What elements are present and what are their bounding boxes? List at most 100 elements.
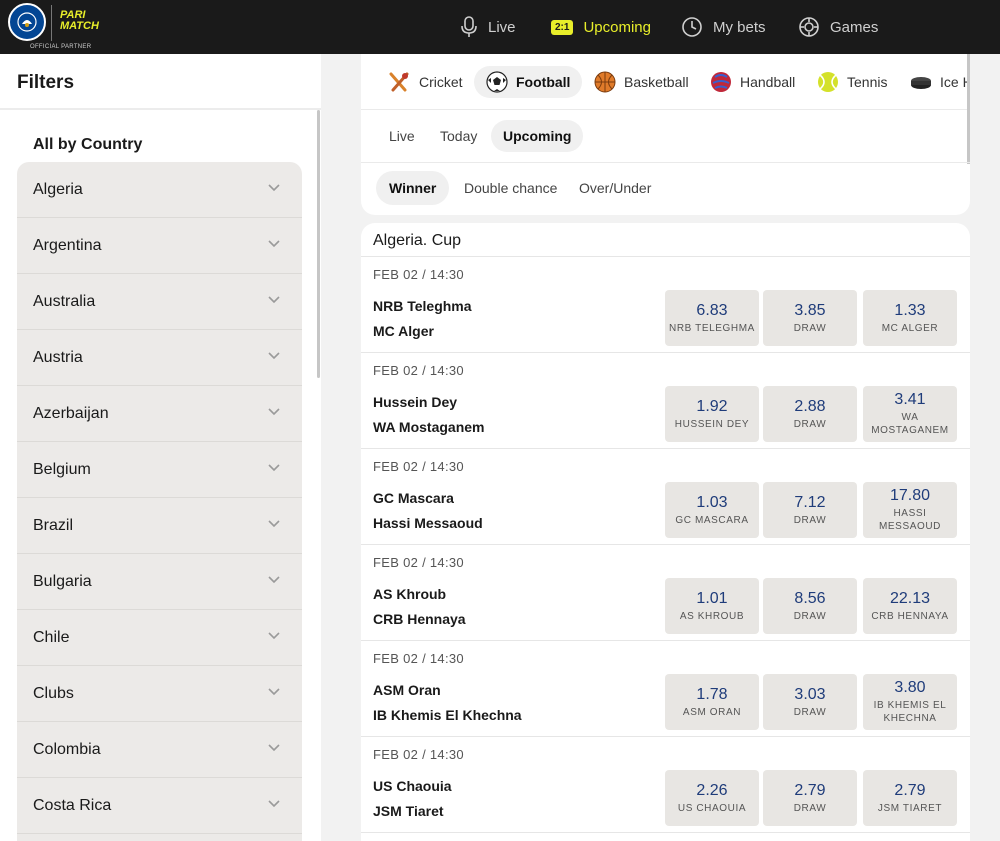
odds-button[interactable]: 1.78 ASM ORAN <box>665 674 759 730</box>
match-row[interactable]: FEB 02 / 14:30 GC Mascara Hassi Messaoud 1.… <box>361 449 970 545</box>
match-row[interactable]: FEB 02 / 14:30 NRB Teleghma MC Alger 6.83 NR… <box>361 257 970 353</box>
tab-ice-hockey[interactable]: Ice H <box>898 66 970 98</box>
odds-button[interactable]: 8.56 DRAW <box>763 578 857 634</box>
tab-cricket-label: Cricket <box>419 74 463 90</box>
tab-football[interactable]: Football <box>474 66 583 98</box>
odds-label: DRAW <box>793 802 827 814</box>
tab-winner[interactable]: Winner <box>376 171 450 205</box>
odds-value: 17.80 <box>889 487 931 504</box>
brand-divider <box>51 5 52 41</box>
odds-value: 7.12 <box>794 493 826 511</box>
odds-button[interactable]: 6.83 NRB TELEGHMA <box>665 290 759 346</box>
odds-button[interactable]: 2.79 DRAW <box>763 770 857 826</box>
tab-handball[interactable]: Handball <box>698 66 807 98</box>
odds-label: AS KHROUB <box>679 610 745 622</box>
divider <box>0 108 321 110</box>
nav-live-label: Live <box>488 18 516 36</box>
home-team: ASM Oran <box>373 682 441 698</box>
odds-value: 6.83 <box>696 301 728 319</box>
match-time: FEB 02 / 14:30 <box>373 555 464 570</box>
nav-live[interactable]: Live <box>460 0 516 54</box>
nav-games[interactable]: Games <box>798 0 878 54</box>
home-team: AS Khroub <box>373 586 447 602</box>
microphone-icon <box>461 16 477 37</box>
nav-upcoming[interactable]: 2:1 Upcoming <box>551 0 651 54</box>
match-row[interactable]: FEB 02 / 14:30 US Chaouia JSM Tiaret 2.26 US… <box>361 737 970 833</box>
country-row[interactable]: Azerbaijan <box>17 386 302 442</box>
odds-button[interactable]: 1.33 MC ALGER <box>863 290 957 346</box>
tab-basketball-label: Basketball <box>624 74 689 90</box>
tab-tennis[interactable]: Tennis <box>805 66 899 98</box>
country-label: Austria <box>33 348 83 366</box>
tab-cricket[interactable]: Cricket <box>375 66 475 98</box>
away-team: WA Mostaganem <box>373 419 485 435</box>
country-row[interactable]: Brazil <box>17 498 302 554</box>
country-row[interactable]: Chile <box>17 610 302 666</box>
odds-label: WA MOSTAGANEM <box>871 412 949 436</box>
tab-over-under[interactable]: Over/Under <box>566 171 664 205</box>
odds-button[interactable]: 3.41 WA MOSTAGANEM <box>863 386 957 442</box>
odds-label: JSM TIARET <box>877 802 943 814</box>
match-time: FEB 02 / 14:30 <box>373 363 464 378</box>
match-row[interactable]: FEB 02 / 14:30 Hussein Dey WA Mostaganem 1.… <box>361 353 970 449</box>
country-row[interactable]: Clubs <box>17 666 302 722</box>
odds-label: DRAW <box>793 418 827 430</box>
odds-value: 1.78 <box>696 685 728 703</box>
tab-double-chance[interactable]: Double chance <box>451 171 570 205</box>
clock-icon <box>682 17 702 37</box>
odds-button[interactable]: 2.79 JSM TIARET <box>863 770 957 826</box>
sidebar-scrollbar[interactable] <box>317 110 320 378</box>
odds-button[interactable]: 1.92 HUSSEIN DEY <box>665 386 759 442</box>
country-label: Colombia <box>33 740 101 758</box>
basketball-icon <box>594 71 616 93</box>
country-row[interactable]: Belgium <box>17 442 302 498</box>
home-team: NRB Teleghma <box>373 298 472 314</box>
odds-value: 3.85 <box>794 301 826 319</box>
match-row[interactable]: FEB 02 / 14:30 AS Khroub CRB Hennaya 1.01 AS… <box>361 545 970 641</box>
country-label: Australia <box>33 292 96 310</box>
filters-title: Filters <box>17 72 75 93</box>
odds-label: NRB TELEGHMA <box>669 322 755 334</box>
odds-button[interactable]: 1.03 GC MASCARA <box>665 482 759 538</box>
odds-button[interactable]: 22.13 CRB HENNAYA <box>863 578 957 634</box>
nav-my-bets[interactable]: My bets <box>681 0 766 54</box>
country-row[interactable]: Argentina <box>17 218 302 274</box>
tab-basketball[interactable]: Basketball <box>582 66 701 98</box>
odds-button[interactable]: 7.12 DRAW <box>763 482 857 538</box>
sport-tabs: Cricket Football Basketball Handball Ten… <box>361 54 970 110</box>
match-time: FEB 02 / 14:30 <box>373 747 464 762</box>
country-label: Chile <box>33 628 70 646</box>
country-row[interactable]: Colombia <box>17 722 302 778</box>
country-row[interactable]: Algeria <box>17 162 302 218</box>
nav-my-bets-label: My bets <box>713 18 766 36</box>
official-partner-text: OFFICIAL PARTNER <box>30 44 92 50</box>
odds-button[interactable]: 3.03 DRAW <box>763 674 857 730</box>
country-row[interactable]: Bulgaria <box>17 554 302 610</box>
odds-value: 1.03 <box>696 493 728 511</box>
odds-label: GC MASCARA <box>675 514 749 526</box>
tab-live[interactable]: Live <box>377 120 427 152</box>
country-label: Azerbaijan <box>33 404 109 422</box>
tab-today[interactable]: Today <box>428 120 489 152</box>
odds-button[interactable]: 17.80 HASSI MESSAOUD <box>863 482 957 538</box>
brand-logos[interactable]: PARI MATCH OFFICIAL PARTNER <box>8 3 118 51</box>
main-content: Cricket Football Basketball Handball Ten… <box>361 54 970 841</box>
odds-button[interactable]: 3.80 IB KHEMIS EL KHECHNA <box>863 674 957 730</box>
away-team: MC Alger <box>373 323 434 339</box>
country-row[interactable]: Austria <box>17 330 302 386</box>
market-tabs: Winner Double chance Over/Under <box>361 163 970 215</box>
odds-button[interactable]: 2.26 US CHAOUIA <box>665 770 759 826</box>
odds-button[interactable]: 3.85 DRAW <box>763 290 857 346</box>
match-time: FEB 02 / 14:30 <box>373 267 464 282</box>
nav-upcoming-label: Upcoming <box>583 18 651 36</box>
match-time: FEB 02 / 14:30 <box>373 459 464 474</box>
away-team: IB Khemis El Khechna <box>373 707 522 723</box>
odds-button[interactable]: 1.01 AS KHROUB <box>665 578 759 634</box>
tab-upcoming[interactable]: Upcoming <box>491 120 584 152</box>
odds-button[interactable]: 2.88 DRAW <box>763 386 857 442</box>
country-row[interactable]: Australia <box>17 274 302 330</box>
match-row[interactable]: FEB 02 / 14:30 ASM Oran IB Khemis El Khech… <box>361 641 970 737</box>
country-label: Brazil <box>33 516 74 534</box>
country-row[interactable]: Costa Rica <box>17 778 302 834</box>
tab-football-label: Football <box>516 74 571 90</box>
